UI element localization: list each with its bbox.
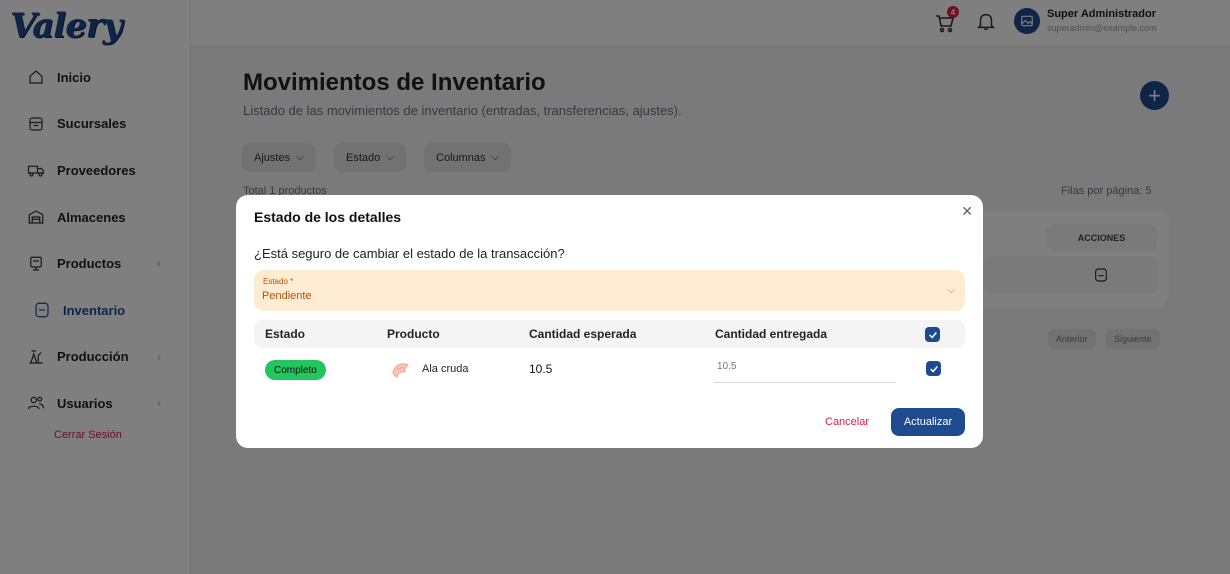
column-header-estado: Estado — [265, 327, 306, 341]
modal-question: ¿Está seguro de cambiar el estado de la … — [254, 246, 565, 261]
update-button[interactable]: Actualizar — [891, 408, 965, 436]
chevron-down-icon: ⌵ — [947, 285, 955, 296]
product-thumbnail — [389, 358, 413, 382]
product-name: Ala cruda — [422, 363, 469, 375]
column-header-cantidad-entregada: Cantidad entregada — [715, 327, 828, 341]
status-select-label: Estado * — [263, 277, 294, 286]
status-select[interactable]: Estado * Pendiente ⌵ — [254, 270, 965, 311]
status-select-value: Pendiente — [262, 290, 312, 302]
column-header-producto: Producto — [387, 327, 440, 341]
modal-title: Estado de los detalles — [254, 209, 402, 225]
row-checkbox[interactable] — [926, 361, 941, 376]
cancel-button[interactable]: Cancelar — [819, 408, 875, 436]
close-icon[interactable]: ✕ — [961, 203, 973, 220]
expected-quantity: 10.5 — [529, 362, 553, 376]
column-header-cantidad-esperada: Cantidad esperada — [529, 327, 637, 341]
details-table-header: Estado Producto Cantidad esperada Cantid… — [254, 320, 965, 348]
status-badge: Completo — [265, 360, 326, 380]
delivered-quantity-input[interactable] — [714, 358, 896, 383]
status-details-modal: Estado de los detalles ✕ ¿Está seguro de… — [236, 195, 983, 448]
select-all-checkbox[interactable] — [925, 327, 940, 342]
